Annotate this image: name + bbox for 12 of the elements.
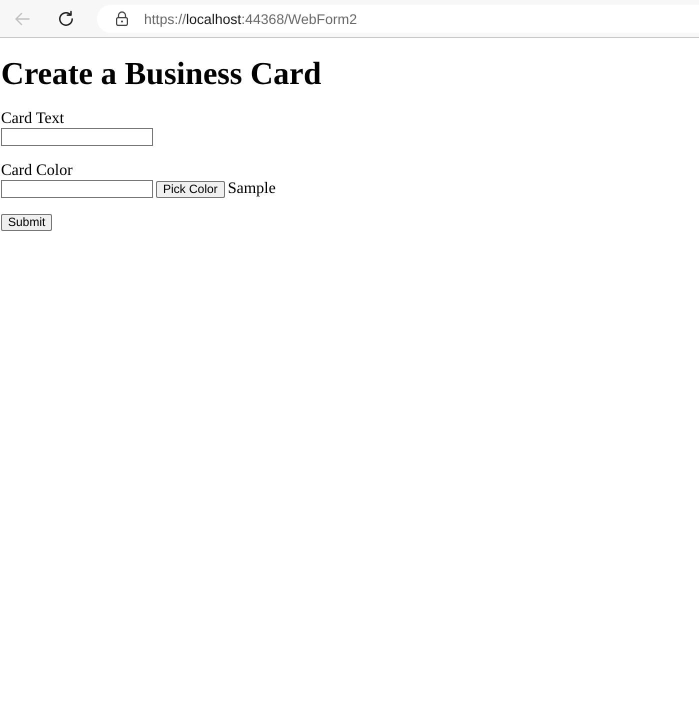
text-input-field[interactable] bbox=[1, 128, 153, 146]
reload-icon bbox=[56, 8, 76, 28]
pick-color-button[interactable]: Pick Color bbox=[156, 180, 225, 198]
field-label: Card Text bbox=[1, 110, 64, 128]
address-bar[interactable]: https://localhost:44368/WebForm2 bbox=[97, 4, 699, 32]
page-heading: Create a Business Card bbox=[1, 55, 322, 92]
field-label: Card Color bbox=[1, 162, 73, 180]
color-input-field[interactable] bbox=[1, 180, 153, 198]
submit-button[interactable]: Submit bbox=[1, 214, 52, 231]
lock-icon bbox=[115, 11, 129, 26]
sample-label: Sample bbox=[228, 180, 276, 198]
url-text: https://localhost:44368/WebForm2 bbox=[144, 10, 357, 26]
